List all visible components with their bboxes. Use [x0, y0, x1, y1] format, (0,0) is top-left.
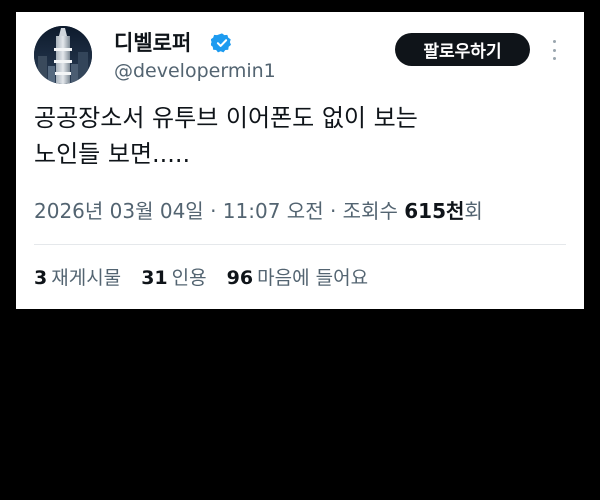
reposts-count: 3 [34, 267, 48, 289]
more-options-icon[interactable] [546, 38, 562, 62]
tweet-date[interactable]: 2026년 03월 04일 [34, 199, 204, 223]
views-suffix: 회 [464, 199, 483, 223]
quotes-stat[interactable]: 31 인용 [141, 267, 206, 289]
engagement-stats: 3 재게시물 31 인용 96 마음에 들어요 [34, 266, 382, 290]
tweet-text-line: 공공장소서 유투브 이어폰도 없이 보는 [34, 104, 418, 132]
tweet-text: 공공장소서 유투브 이어폰도 없이 보는 노인들 보면..... [34, 100, 564, 172]
follow-button[interactable]: 팔로우하기 [395, 33, 530, 66]
likes-count: 96 [226, 267, 254, 289]
tweet-card: 디벨로퍼 @developermin1 팔로우하기 공공장소서 유투브 이어폰도… [16, 12, 584, 309]
meta-separator: · [203, 199, 223, 223]
divider [34, 244, 566, 245]
more-dot [552, 48, 556, 52]
tweet-time[interactable]: 11:07 오전 [223, 199, 324, 223]
views-count: 615천 [404, 199, 465, 223]
more-dot [552, 57, 556, 60]
user-handle[interactable]: @developermin1 [114, 59, 276, 83]
building-photo-icon [34, 26, 92, 84]
quotes-count: 31 [141, 267, 168, 289]
avatar[interactable] [34, 26, 92, 84]
reposts-stat[interactable]: 3 재게시물 [34, 267, 121, 289]
meta-separator: · [323, 199, 343, 223]
more-dot [552, 40, 556, 43]
verified-badge-icon [211, 33, 231, 53]
reposts-label: 재게시물 [51, 267, 122, 289]
quotes-label: 인용 [171, 267, 207, 289]
likes-stat[interactable]: 96 마음에 들어요 [227, 267, 368, 289]
tweet-text-line: 노인들 보면..... [34, 140, 191, 168]
display-name[interactable]: 디벨로퍼 [114, 30, 191, 56]
tweet-meta: 2026년 03월 04일 · 11:07 오전 · 조회수 615천회 [34, 198, 483, 224]
views-label: 조회수 [342, 199, 398, 223]
likes-label: 마음에 들어요 [257, 267, 369, 289]
